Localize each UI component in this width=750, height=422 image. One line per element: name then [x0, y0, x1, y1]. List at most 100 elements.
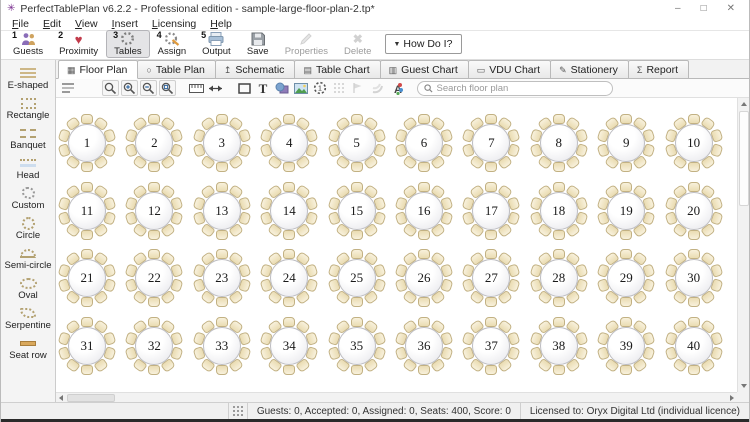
table-6[interactable]: 6	[393, 112, 455, 174]
chair-icon[interactable]	[620, 230, 632, 240]
table-number[interactable]: 33	[203, 327, 241, 365]
clipart-icon[interactable]	[274, 80, 291, 96]
table-number[interactable]: 20	[675, 192, 713, 230]
chair-icon[interactable]	[283, 114, 295, 124]
chair-icon[interactable]	[553, 162, 565, 172]
menu-edit[interactable]: Edit	[36, 18, 68, 30]
table-number[interactable]: 23	[203, 259, 241, 297]
chair-icon[interactable]	[553, 317, 565, 327]
zoom-fit-icon[interactable]	[159, 80, 176, 96]
zoom-icon[interactable]	[102, 80, 119, 96]
assign-button[interactable]: 4Assign	[150, 30, 195, 58]
table-number[interactable]: 31	[68, 327, 106, 365]
tab-report[interactable]: ΣReport	[628, 60, 689, 78]
maximize-icon[interactable]: □	[701, 3, 707, 14]
table-number[interactable]: 3	[203, 124, 241, 162]
save-button[interactable]: Save	[239, 30, 277, 58]
chair-icon[interactable]	[81, 297, 93, 307]
table-number[interactable]: 5	[338, 124, 376, 162]
sidebar-item-seat-row[interactable]: Seat row	[1, 336, 55, 361]
table-16[interactable]: 16	[393, 180, 455, 242]
colors-icon[interactable]: A	[388, 80, 405, 96]
table-33[interactable]: 33	[191, 315, 253, 377]
table-28[interactable]: 28	[528, 247, 590, 309]
table-number[interactable]: 16	[405, 192, 443, 230]
table-23[interactable]: 23	[191, 247, 253, 309]
table-10[interactable]: 10	[663, 112, 725, 174]
table-number[interactable]: 34	[270, 327, 308, 365]
numbered-table-icon[interactable]: 1	[312, 80, 329, 96]
table-14[interactable]: 14	[258, 180, 320, 242]
chair-icon[interactable]	[418, 297, 430, 307]
table-number[interactable]: 13	[203, 192, 241, 230]
chair-icon[interactable]	[148, 249, 160, 259]
table-number[interactable]: 25	[338, 259, 376, 297]
table-number[interactable]: 9	[607, 124, 645, 162]
table-number[interactable]: 17	[472, 192, 510, 230]
table-number[interactable]: 26	[405, 259, 443, 297]
table-31[interactable]: 31	[56, 315, 118, 377]
chair-icon[interactable]	[351, 317, 363, 327]
chair-icon[interactable]	[283, 297, 295, 307]
floor-plan-canvas[interactable]: 1234567891011121314151617181920212223242…	[56, 98, 737, 392]
tables-button[interactable]: 3Tables	[106, 30, 149, 58]
table-15[interactable]: 15	[326, 180, 388, 242]
chair-icon[interactable]	[351, 114, 363, 124]
sidebar-item-custom[interactable]: Custom	[1, 186, 55, 211]
chair-icon[interactable]	[81, 230, 93, 240]
zoom-in-icon[interactable]	[121, 80, 138, 96]
chair-icon[interactable]	[418, 114, 430, 124]
table-number[interactable]: 18	[540, 192, 578, 230]
sidebar-item-head[interactable]: Head	[1, 156, 55, 181]
table-number[interactable]: 11	[68, 192, 106, 230]
chair-icon[interactable]	[351, 162, 363, 172]
chair-icon[interactable]	[216, 317, 228, 327]
chair-icon[interactable]	[283, 162, 295, 172]
chair-icon[interactable]	[283, 230, 295, 240]
table-34[interactable]: 34	[258, 315, 320, 377]
table-26[interactable]: 26	[393, 247, 455, 309]
sidebar-item-circle[interactable]: Circle	[1, 216, 55, 241]
horizontal-scroll-thumb[interactable]	[67, 394, 115, 402]
scroll-down-icon[interactable]	[738, 380, 749, 392]
menu-insert[interactable]: Insert	[105, 18, 145, 30]
vertical-scroll-thumb[interactable]	[739, 111, 749, 206]
table-13[interactable]: 13	[191, 180, 253, 242]
chair-icon[interactable]	[688, 317, 700, 327]
chair-icon[interactable]	[688, 297, 700, 307]
chair-icon[interactable]	[688, 249, 700, 259]
chair-icon[interactable]	[351, 230, 363, 240]
table-number[interactable]: 30	[675, 259, 713, 297]
chair-icon[interactable]	[485, 114, 497, 124]
chair-icon[interactable]	[620, 365, 632, 375]
table-number[interactable]: 12	[135, 192, 173, 230]
floor-plan-search[interactable]	[417, 81, 613, 96]
chair-icon[interactable]	[148, 182, 160, 192]
table-number[interactable]: 37	[472, 327, 510, 365]
tab-table-chart[interactable]: ▤Table Chart	[294, 60, 380, 78]
chair-icon[interactable]	[283, 249, 295, 259]
menu-licensing[interactable]: Licensing	[145, 18, 203, 30]
chair-icon[interactable]	[148, 114, 160, 124]
table-18[interactable]: 18	[528, 180, 590, 242]
chair-icon[interactable]	[216, 230, 228, 240]
chair-icon[interactable]	[216, 182, 228, 192]
table-19[interactable]: 19	[595, 180, 657, 242]
chair-icon[interactable]	[81, 114, 93, 124]
table-24[interactable]: 24	[258, 247, 320, 309]
chair-icon[interactable]	[81, 182, 93, 192]
table-35[interactable]: 35	[326, 315, 388, 377]
table-30[interactable]: 30	[663, 247, 725, 309]
chair-icon[interactable]	[351, 297, 363, 307]
chair-icon[interactable]	[620, 249, 632, 259]
vertical-scrollbar[interactable]	[737, 98, 749, 392]
table-27[interactable]: 27	[460, 247, 522, 309]
table-1[interactable]: 1	[56, 112, 118, 174]
guests-button[interactable]: 1Guests	[5, 30, 51, 58]
chair-icon[interactable]	[418, 317, 430, 327]
chair-icon[interactable]	[688, 230, 700, 240]
scroll-up-icon[interactable]	[738, 98, 749, 110]
table-number[interactable]: 28	[540, 259, 578, 297]
tab-vdu-chart[interactable]: ▭VDU Chart	[468, 60, 551, 78]
table-12[interactable]: 12	[123, 180, 185, 242]
